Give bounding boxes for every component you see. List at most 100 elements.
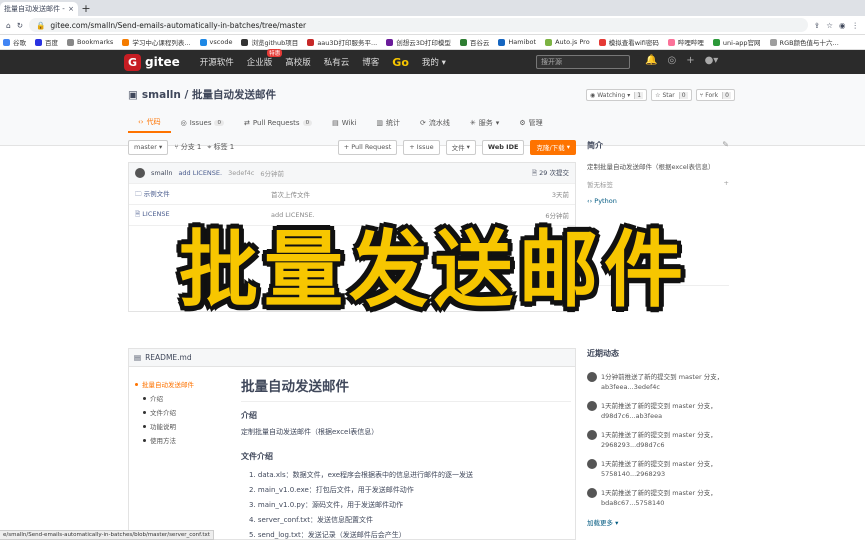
share-icon[interactable]: ⇪ bbox=[814, 21, 820, 30]
profile-icon[interactable]: ◉ bbox=[839, 21, 846, 30]
star-icon[interactable]: ☆ bbox=[826, 21, 833, 30]
clone-button[interactable]: 克隆/下载 ▾ bbox=[530, 139, 576, 155]
watch-button[interactable]: ◉ Watching ▾ 1 bbox=[586, 89, 648, 101]
branches-link[interactable]: ⑂ 分支 1 bbox=[174, 142, 201, 152]
file-name-text: LICENSE bbox=[142, 209, 170, 218]
language-tag[interactable]: ‹› Python bbox=[587, 197, 729, 205]
bookmark-item[interactable]: 谷歌 bbox=[3, 37, 26, 47]
toc-item[interactable]: 使用方法 bbox=[135, 433, 194, 447]
close-icon[interactable]: × bbox=[68, 5, 74, 13]
address-bar[interactable]: 🔒 gitee.com/smalln/Send-emails-automatic… bbox=[29, 18, 808, 32]
readme-filename[interactable]: README.md bbox=[145, 353, 192, 362]
nav-enterprise[interactable]: 企业版 特惠 bbox=[247, 49, 283, 68]
toc-item[interactable]: 批量自动发送邮件 bbox=[135, 377, 194, 391]
tab-1[interactable]: ◎ Issues 0 bbox=[171, 113, 234, 133]
repo-title[interactable]: ▣ smalln / 批量自动发送邮件 bbox=[128, 87, 276, 102]
bookmark-icon bbox=[386, 38, 394, 46]
search-input[interactable]: 搜开源 bbox=[536, 55, 630, 69]
bookmark-label: 模拟查看wifi密码 bbox=[608, 39, 659, 47]
commit-hash[interactable]: 3edef4c bbox=[228, 169, 254, 177]
user-avatar[interactable]: ●▾ bbox=[705, 55, 719, 66]
star-button[interactable]: ☆ Star 0 bbox=[651, 89, 692, 101]
bullet-icon bbox=[143, 424, 146, 428]
nav-blog[interactable]: 博客 bbox=[362, 56, 379, 68]
webide-button[interactable]: Web IDE bbox=[481, 139, 525, 155]
branches-label: 分支 1 bbox=[180, 143, 202, 151]
tab-5[interactable]: ⟳ 流水线 bbox=[410, 113, 460, 133]
tab-4[interactable]: ▥ 统计 bbox=[366, 113, 410, 133]
add-tag-icon[interactable]: + bbox=[724, 179, 729, 189]
file-button[interactable]: 文件 ▾ bbox=[445, 139, 476, 155]
bookmark-item[interactable]: 百度 bbox=[35, 37, 58, 47]
nav-mine[interactable]: 我的 ▾ bbox=[422, 56, 446, 68]
toc-item[interactable]: 文件介绍 bbox=[135, 405, 194, 419]
load-more-link[interactable]: 加载更多 ▾ bbox=[587, 517, 729, 527]
nav-go[interactable]: Go bbox=[392, 56, 409, 69]
bookmark-item[interactable]: aau3D打印服务平... bbox=[307, 37, 377, 47]
bookmark-item[interactable]: Auto.js Pro bbox=[545, 38, 590, 46]
tab-6[interactable]: ✳ 服务 ▾ bbox=[460, 113, 509, 133]
bookmark-item[interactable]: 百谷云 bbox=[459, 37, 489, 47]
new-tab-button[interactable]: + bbox=[78, 2, 94, 16]
tab-0[interactable]: ‹› 代码 bbox=[128, 113, 171, 133]
browser-tab-bar: 批量自动发送邮件 - 码云 × + bbox=[0, 0, 865, 16]
bell-icon[interactable]: 🔔 bbox=[645, 55, 657, 66]
eye-icon: ◉ bbox=[590, 91, 596, 99]
bookmark-item[interactable]: vscode bbox=[199, 38, 232, 46]
tab-2[interactable]: ⇄ Pull Requests 0 bbox=[234, 113, 322, 133]
activity-text[interactable]: 1天前推送了新的提交到 master 分支，d98d7c6...ab3feea bbox=[601, 401, 729, 421]
bookmark-item[interactable]: Hamibot bbox=[498, 38, 536, 46]
pull-request-button[interactable]: + Pull Request bbox=[337, 139, 398, 155]
bookmark-item[interactable]: 创想云3D打印模型 bbox=[386, 37, 451, 47]
issue-button[interactable]: + Issue bbox=[403, 139, 440, 155]
commit-author[interactable]: smalln bbox=[151, 169, 172, 177]
bookmark-item[interactable]: 模拟查看wifi密码 bbox=[598, 37, 659, 47]
bookmark-item[interactable]: 浏览github项目 bbox=[241, 37, 298, 47]
nav-opensource[interactable]: 开源软件 bbox=[200, 56, 234, 68]
nav-university[interactable]: 高校版 bbox=[285, 56, 311, 68]
toc-item[interactable]: 功能说明 bbox=[135, 419, 194, 433]
bookmark-item[interactable]: uni-app官网 bbox=[712, 37, 761, 47]
location-icon[interactable]: ◎ bbox=[667, 55, 676, 66]
file-row[interactable]: 🗀 示例文件 首次上传文件 3天前 bbox=[129, 184, 575, 205]
bookmark-item[interactable]: 哔哩哔哩 bbox=[667, 37, 704, 47]
nav-private-cloud[interactable]: 私有云 bbox=[324, 56, 350, 68]
activity-text[interactable]: 1天前推送了新的提交到 master 分支，5758140...2968293 bbox=[601, 459, 729, 479]
reload-icon[interactable]: ↻ bbox=[17, 21, 23, 30]
activity-text[interactable]: 1分钟前推送了新的提交到 master 分支，ab3feea...3edef4c bbox=[601, 372, 729, 392]
bookmark-item[interactable]: Bookmarks bbox=[67, 38, 113, 46]
file-name[interactable]: 🗀 示例文件 bbox=[135, 188, 271, 201]
tab-label: 服务 bbox=[478, 119, 493, 127]
commit-message[interactable]: add LICENSE. bbox=[178, 169, 222, 177]
chevron-down-icon: ▾ bbox=[615, 519, 619, 527]
plus-icon[interactable]: + bbox=[686, 55, 694, 66]
branch-select[interactable]: master ▾ bbox=[128, 139, 169, 155]
bookmark-icon bbox=[122, 38, 130, 46]
browser-tab[interactable]: 批量自动发送邮件 - 码云 × bbox=[0, 2, 78, 16]
gitee-logo-text: gitee bbox=[145, 55, 180, 69]
tag-icon: ⌖ bbox=[207, 143, 212, 151]
menu-icon[interactable]: ⋮ bbox=[852, 21, 860, 30]
home-icon[interactable]: ⌂ bbox=[6, 21, 11, 30]
activity-text[interactable]: 1天前推送了新的提交到 master 分支，bda8c67...5758140 bbox=[601, 488, 729, 508]
file-name[interactable]: 🗎 LICENSE bbox=[135, 210, 271, 221]
commit-count[interactable]: 🗎 29 次提交 bbox=[532, 167, 569, 180]
tab-7[interactable]: ⚙ 管理 bbox=[509, 113, 552, 133]
bookmark-item[interactable]: RGB颜色值与十六... bbox=[769, 37, 839, 47]
tab-icon: ✳ bbox=[469, 119, 476, 127]
file-row[interactable]: 🗎 LICENSE add LICENSE. 6分钟前 bbox=[129, 205, 575, 226]
sidebar-divider bbox=[587, 285, 729, 286]
tab-3[interactable]: ▤ Wiki bbox=[322, 113, 366, 133]
file-commit-message[interactable]: add LICENSE. bbox=[271, 211, 545, 219]
avatar bbox=[587, 430, 597, 440]
toc-item[interactable]: 介绍 bbox=[135, 391, 194, 405]
fork-button[interactable]: ⑂ Fork 0 bbox=[695, 89, 735, 101]
bookmark-item[interactable]: 学习中心课程列表... bbox=[122, 37, 191, 47]
repo-tabs: ‹› 代码 ◎ Issues 0 ⇄ Pull Requests 0 ▤ Wiki ▥ 统计 ⟳ 流水线 ✳… bbox=[128, 113, 553, 133]
bookmark-icon bbox=[199, 38, 207, 46]
gitee-logo[interactable]: G gitee bbox=[124, 53, 180, 71]
activity-text[interactable]: 1天前推送了新的提交到 master 分支，2968293...d98d7c6 bbox=[601, 430, 729, 450]
tags-link[interactable]: ⌖ 标签 1 bbox=[207, 142, 234, 152]
edit-icon[interactable]: ✎ bbox=[722, 140, 729, 151]
file-commit-message[interactable]: 首次上传文件 bbox=[271, 189, 552, 199]
